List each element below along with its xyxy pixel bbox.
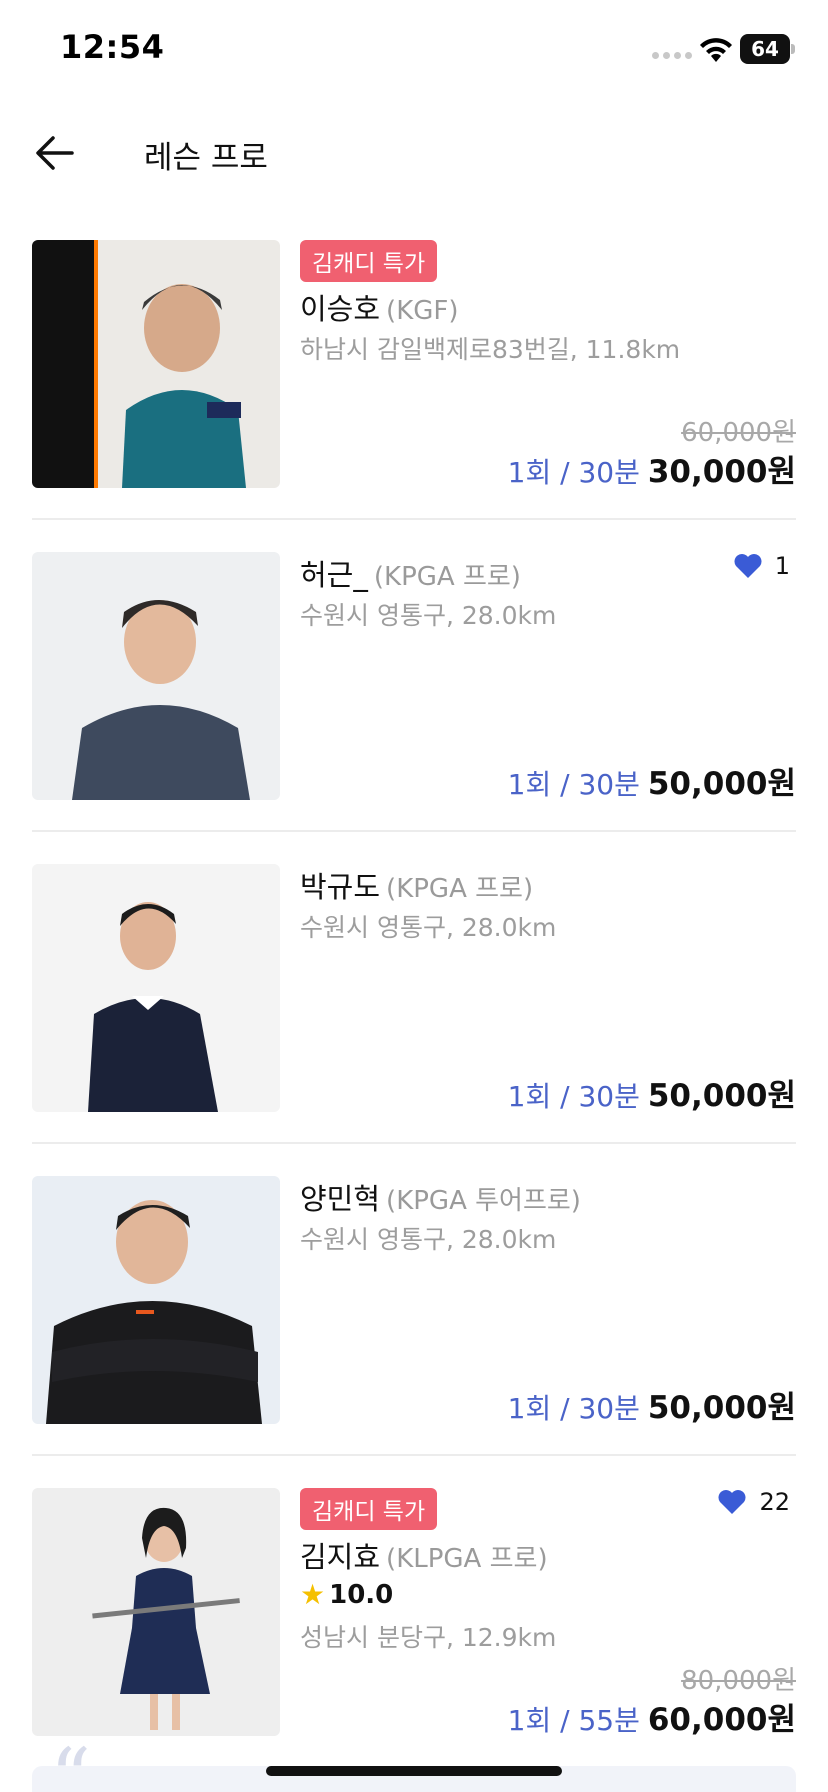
rating-value: 10.0	[329, 1579, 394, 1610]
status-bar: 12:54 64	[0, 0, 828, 100]
pro-cert: (KPGA 프로)	[373, 562, 521, 592]
pro-name: 박규도	[300, 870, 381, 904]
divider	[32, 518, 796, 520]
pro-name-line: 김지효 (KLPGA 프로)	[300, 1534, 548, 1576]
pro-name-line: 허근_ (KPGA 프로)	[300, 552, 521, 594]
pro-location: 하남시 감일백제로83번길, 11.8km	[300, 335, 681, 364]
status-time: 12:54	[60, 28, 165, 66]
pro-photo	[32, 240, 280, 488]
pro-name: 이승호	[300, 292, 381, 326]
battery-cap	[791, 44, 795, 54]
original-price: 60,000원	[681, 418, 796, 448]
likes[interactable]: 22	[717, 1488, 790, 1516]
original-price: 80,000원	[681, 1666, 796, 1696]
pro-list: 김캐디 특가 이승호 (KGF) 하남시 감일백제로83번길, 11.8km 60…	[32, 240, 796, 1738]
pro-cert: (KPGA 프로)	[386, 874, 534, 904]
pro-info: 김캐디 특가 이승호 (KGF) 하남시 감일백제로83번길, 11.8km 60…	[300, 240, 796, 491]
arrow-left-icon	[36, 136, 74, 170]
list-item[interactable]: 양민혁 (KPGA 투어프로) 수원시 영통구, 28.0km 1회 / 30분 5…	[32, 1176, 796, 1488]
price: 30,000원	[647, 454, 796, 490]
quote-icon: “	[50, 1731, 91, 1792]
divider	[32, 1142, 796, 1144]
wifi-icon	[700, 38, 732, 62]
like-count: 1	[774, 552, 790, 580]
pro-info: 양민혁 (KPGA 투어프로) 수원시 영통구, 28.0km 1회 / 30분 5…	[300, 1176, 796, 1427]
pro-name-line: 이승호 (KGF)	[300, 286, 459, 328]
like-count: 22	[759, 1488, 790, 1516]
pro-photo	[32, 1488, 280, 1736]
price-line: 1회 / 30분 30,000원	[508, 446, 796, 491]
heart-icon	[718, 1490, 746, 1514]
page-title: 레슨 프로	[144, 140, 268, 176]
pro-location: 수원시 영통구, 28.0km	[300, 1225, 557, 1254]
home-indicator	[266, 1766, 562, 1776]
battery-icon: 64	[740, 34, 790, 64]
price-line: 1회 / 55분 60,000원	[508, 1694, 796, 1739]
pro-location: 수원시 영통구, 28.0km	[300, 913, 557, 942]
pro-cert: (KLPGA 프로)	[386, 1544, 548, 1574]
price-unit: 1회 / 30분	[507, 1080, 640, 1113]
price-unit: 1회 / 30분	[507, 768, 640, 801]
price: 50,000원	[647, 1078, 796, 1114]
back-button[interactable]	[30, 128, 80, 178]
pro-name: 김지효	[300, 1540, 381, 1574]
list-item[interactable]: 김캐디 특가 이승호 (KGF) 하남시 감일백제로83번길, 11.8km 60…	[32, 240, 796, 552]
price-unit: 1회 / 55분	[507, 1704, 640, 1737]
rating: ★ 10.0	[300, 1578, 393, 1611]
pro-name: 허근_	[300, 558, 368, 592]
promo-badge: 김캐디 특가	[300, 1488, 438, 1530]
price-line: 1회 / 30분 50,000원	[508, 1070, 796, 1115]
price: 50,000원	[647, 766, 796, 802]
promo-badge: 김캐디 특가	[300, 240, 438, 282]
divider	[32, 830, 796, 832]
pro-photo	[32, 552, 280, 800]
price-line: 1회 / 30분 50,000원	[508, 1382, 796, 1427]
price-unit: 1회 / 30분	[507, 456, 640, 489]
list-item[interactable]: 허근_ (KPGA 프로) 수원시 영통구, 28.0km 1 1회 / 30분 5…	[32, 552, 796, 864]
price-line: 1회 / 30분 50,000원	[508, 758, 796, 803]
list-item[interactable]: 박규도 (KPGA 프로) 수원시 영통구, 28.0km 1회 / 30분 50,…	[32, 864, 796, 1176]
pro-location: 수원시 영통구, 28.0km	[300, 601, 557, 630]
pro-name: 양민혁	[300, 1182, 381, 1216]
pro-name-line: 양민혁 (KPGA 투어프로)	[300, 1176, 581, 1218]
star-icon: ★	[300, 1578, 326, 1611]
divider	[32, 1454, 796, 1456]
cellular-signal-icon	[652, 52, 692, 59]
list-item[interactable]: 김캐디 특가 22 김지효 (KLPGA 프로) ★ 10.0 성남시 분당구, …	[32, 1488, 796, 1738]
price-unit: 1회 / 30분	[507, 1392, 640, 1425]
heart-icon	[734, 554, 762, 578]
pro-photo	[32, 1176, 280, 1424]
likes[interactable]: 1	[733, 552, 790, 580]
pro-info: 허근_ (KPGA 프로) 수원시 영통구, 28.0km 1 1회 / 30분 5…	[300, 552, 796, 803]
pro-name-line: 박규도 (KPGA 프로)	[300, 864, 533, 906]
pro-info: 김캐디 특가 22 김지효 (KLPGA 프로) ★ 10.0 성남시 분당구, …	[300, 1488, 796, 1739]
pro-cert: (KGF)	[386, 296, 459, 326]
price: 60,000원	[647, 1702, 796, 1738]
pro-cert: (KPGA 투어프로)	[386, 1186, 581, 1216]
pro-info: 박규도 (KPGA 프로) 수원시 영통구, 28.0km 1회 / 30분 50,…	[300, 864, 796, 1115]
price: 50,000원	[647, 1390, 796, 1426]
pro-location: 성남시 분당구, 12.9km	[300, 1623, 557, 1652]
pro-photo	[32, 864, 280, 1112]
header: 레슨 프로	[0, 100, 828, 200]
